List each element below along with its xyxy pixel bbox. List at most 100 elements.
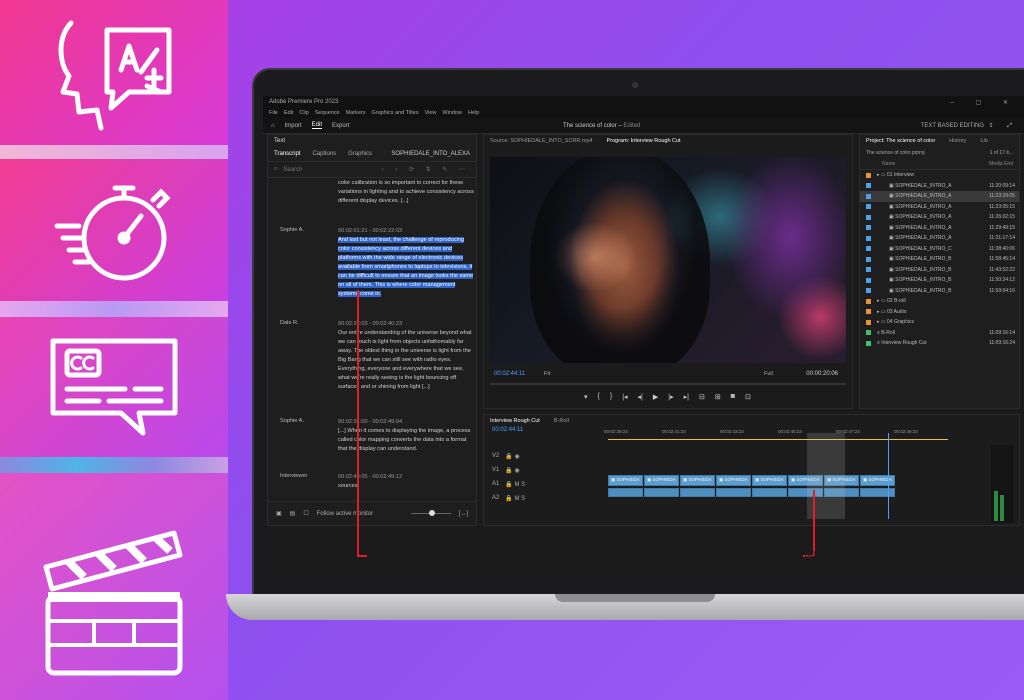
project-item[interactable]: ▣ SOPHIEDALE_INTRO_B 11:50:24:12 [860, 275, 1019, 286]
project-item[interactable]: ▣ SOPHIEDALE_INTRO_A 11:31:17:14 [860, 233, 1019, 244]
out-point-icon[interactable]: } [610, 393, 612, 401]
project-item[interactable]: ▣ SOPHIEDALE_INTRO_B 11:43:52:22 [860, 265, 1019, 276]
project-item[interactable]: ▸ ▭ 01 Interview [860, 170, 1019, 181]
speaker-label[interactable]: Dale R. [280, 320, 299, 326]
col-name[interactable]: Name [882, 161, 895, 167]
insert-icon[interactable]: ⊟ [699, 393, 705, 401]
closed-captions-icon [50, 338, 178, 436]
text-panel: Text Transcript Captions Graphics SOPHIE… [267, 134, 477, 526]
speaker-label[interactable]: Interviewer [280, 473, 307, 479]
go-to-in-icon[interactable]: |◂ [622, 393, 627, 401]
project-item-name: ▣ SOPHIEDALE_INTRO_C [889, 245, 952, 252]
audio-clip[interactable] [608, 488, 643, 497]
video-clip[interactable]: ▣ SOPHIEDA [716, 475, 751, 486]
transcript-block[interactable]: color calibration is so important to cor… [338, 179, 474, 206]
menu-window[interactable]: Window [442, 110, 462, 116]
project-item[interactable]: ≡ Interview Rough Cut 11:09:16:24 [860, 338, 1019, 349]
in-point-icon[interactable]: { [598, 393, 600, 401]
timeline-tabs: Interview Rough Cut B-Roll [484, 415, 1019, 427]
program-timecode[interactable]: 00:02:44:11 [494, 371, 525, 377]
follow-checkbox[interactable]: ☐ [303, 510, 308, 517]
play-icon[interactable]: ▶ [653, 393, 658, 401]
home-icon[interactable]: ⌂ [271, 123, 275, 129]
speaker-label[interactable]: Sophie A. [280, 418, 304, 424]
video-clip[interactable]: ▣ SOPHIEDA [860, 475, 895, 486]
menu-sequence[interactable]: Sequence [315, 110, 340, 116]
menu-help[interactable]: Help [468, 110, 479, 116]
audio-clip[interactable] [860, 488, 895, 497]
project-item[interactable]: ▣ SOPHIEDALE_INTRO_A 11:23:29:05 [860, 191, 1019, 202]
audio-clip[interactable] [752, 488, 787, 497]
tab-project[interactable]: Project: The science of color [866, 138, 935, 144]
track-header-a1[interactable]: A1 🔒 M S [492, 477, 602, 491]
project-item[interactable]: ▸ ▭ 02 B-roll [860, 296, 1019, 307]
project-item-media-end: 11:23:29:05 [988, 193, 1015, 200]
project-item[interactable]: ▸ ▭ 04 Graphics [860, 317, 1019, 328]
transcript-toolbar-icons[interactable]: ‹ › ⟳ ⇅ ✎ ⋯ [382, 166, 470, 173]
project-item[interactable]: ≡ B-Roll 11:09:16:14 [860, 328, 1019, 339]
video-clip[interactable]: ▣ SOPHIEDA [680, 475, 715, 486]
audio-clip[interactable] [716, 488, 751, 497]
step-back-icon[interactable]: ◂| [638, 393, 643, 401]
timeline-ruler[interactable]: 00:02:39:23 00:02:41:23 00:02:43:23 00:02:4… [604, 429, 944, 437]
project-item[interactable]: ▣ SOPHIEDALE_INTRO_A 11:23:05:15 [860, 202, 1019, 213]
header-action-icons[interactable]: ⇪ ⤢ [989, 122, 1019, 130]
tab-import[interactable]: Import [285, 123, 302, 129]
audio-clip[interactable] [680, 488, 715, 497]
menu-view[interactable]: View [425, 110, 437, 116]
program-tab[interactable]: Program: Interview Rough Cut [607, 138, 681, 144]
video-clip[interactable]: ▣ SOPHIEDA [644, 475, 679, 486]
tab-edit[interactable]: Edit [311, 122, 322, 129]
export-icon[interactable]: ▤ [290, 510, 296, 517]
tab-graphics[interactable]: Graphics [348, 151, 372, 157]
col-media-end[interactable]: Media End [989, 161, 1013, 167]
fit-dropdown[interactable]: Fit [544, 371, 550, 377]
window-controls[interactable]: – ▢ ✕ [951, 99, 1018, 106]
track-header-a2[interactable]: A2 🔒 M S [492, 491, 602, 505]
settings-icon[interactable]: ⊡ [745, 393, 751, 401]
playhead[interactable] [888, 433, 889, 519]
project-item[interactable]: ▣ SOPHIEDALE_INTRO_C 11:38:40:06 [860, 244, 1019, 255]
project-item[interactable]: ▣ SOPHIEDALE_INTRO_A 11:20:09:14 [860, 181, 1019, 192]
zoom-slider[interactable] [410, 510, 451, 516]
transcript-block[interactable]: 00:02:01:21 - 00:02:22:03 And last but n… [338, 227, 474, 299]
tab-transcript[interactable]: Transcript [274, 151, 300, 157]
step-forward-icon[interactable]: |▸ [668, 393, 673, 401]
tab-libraries[interactable]: Lib [980, 138, 987, 144]
timeline-timecode[interactable]: 00:02:44:11 [492, 427, 523, 433]
source-tab[interactable]: Source: SOPHIEDALE_INTO_SCRR.mp4 [490, 138, 593, 144]
camera-icon[interactable]: ◙ [731, 393, 735, 401]
project-item[interactable]: ▣ SOPHIEDALE_INTRO_B 11:59:04:16 [860, 286, 1019, 297]
tab-interview-rough-cut[interactable]: Interview Rough Cut [490, 418, 540, 424]
fit-icon[interactable]: [↔] [459, 511, 468, 517]
work-area-bar[interactable] [608, 439, 948, 440]
menu-graphics[interactable]: Graphics and Titles [372, 110, 419, 116]
project-item[interactable]: ▸ ▭ 03 Audio [860, 307, 1019, 318]
monitor-scrubber[interactable] [490, 383, 846, 385]
tab-captions[interactable]: Captions [312, 151, 336, 157]
video-clip[interactable]: ▣ SOPHIEDA [608, 475, 643, 486]
tab-history[interactable]: History [949, 138, 966, 144]
video-clip[interactable]: ▣ SOPHIEDA [752, 475, 787, 486]
quality-dropdown[interactable]: Full [764, 371, 773, 377]
timeline-clips: ▣ SOPHIEDA ▣ SOPHIEDA ▣ SOPHIEDA ▣ SOPHIEDA… [608, 475, 898, 505]
marker-icon[interactable]: ▾ [584, 393, 588, 401]
audio-clip[interactable] [644, 488, 679, 497]
tab-b-roll[interactable]: B-Roll [554, 418, 569, 424]
menu-markers[interactable]: Markers [346, 110, 366, 116]
overwrite-icon[interactable]: ⊞ [715, 393, 721, 401]
menu-clip[interactable]: Clip [299, 110, 308, 116]
track-header-v1[interactable]: V1 🔒 ◉ [492, 463, 602, 477]
menu-file[interactable]: File [269, 110, 278, 116]
project-item[interactable]: ▣ SOPHIEDALE_INTRO_A 11:26:02:15 [860, 212, 1019, 223]
workspace-label[interactable]: TEXT BASED EDITING [921, 123, 984, 129]
tab-export[interactable]: Export [332, 123, 349, 129]
go-to-out-icon[interactable]: ▸| [684, 393, 689, 401]
project-item[interactable]: ▣ SOPHIEDALE_INTRO_B 11:58:45:14 [860, 254, 1019, 265]
search-input[interactable]: Search [283, 167, 302, 173]
speaker-label[interactable]: Sophie A. [280, 227, 304, 233]
track-header-v2[interactable]: V2 🔒 ◉ [492, 449, 602, 463]
project-item[interactable]: ▣ SOPHIEDALE_INTRO_A 11:29:49:15 [860, 223, 1019, 234]
caption-icon[interactable]: ▣ [276, 510, 282, 517]
menu-edit[interactable]: Edit [284, 110, 293, 116]
